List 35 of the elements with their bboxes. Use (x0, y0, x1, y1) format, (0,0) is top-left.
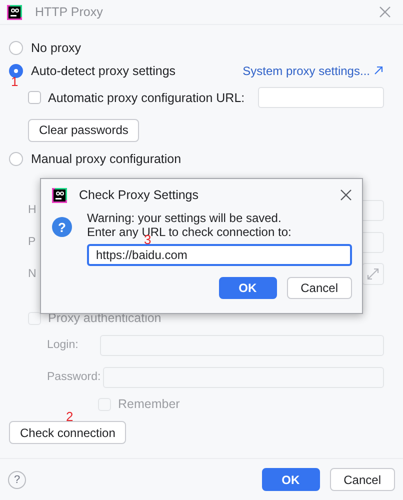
checkbox-label: Automatic proxy configuration URL: (48, 90, 245, 104)
annotation-number: 2 (66, 410, 74, 423)
action-button[interactable]: Clear passwords (28, 118, 140, 142)
field-label: P (28, 236, 37, 248)
cancel-button[interactable]: Cancel (286, 277, 352, 299)
radio-button[interactable] (9, 40, 23, 54)
checkbox[interactable] (28, 91, 41, 104)
external-link-icon (374, 66, 383, 75)
close-icon[interactable] (340, 189, 352, 201)
cancel-button[interactable]: Cancel (330, 468, 395, 491)
system-proxy-link[interactable]: System proxy settings... (242, 64, 370, 78)
help-button[interactable]: ? (8, 470, 26, 488)
radio-button[interactable] (9, 64, 23, 78)
url-input-field[interactable]: https://baidu.com (87, 244, 352, 266)
radio-label: Manual proxy configuration (31, 152, 182, 166)
field-label: N (28, 268, 38, 280)
field-label: Login: (47, 339, 80, 351)
ok-button[interactable]: OK (262, 468, 320, 491)
radio-label: Auto-detect proxy settings (31, 64, 176, 78)
app-logo-icon (52, 188, 67, 202)
dialog-title: Check Proxy Settings (79, 188, 198, 202)
url-input-field[interactable] (258, 87, 384, 108)
action-button[interactable]: Check connection (9, 421, 126, 444)
annotation-number: 1 (11, 75, 18, 88)
ok-button[interactable]: OK (218, 277, 277, 299)
checkbox-label: Proxy authentication (48, 311, 162, 325)
window-title: HTTP Proxy (35, 5, 103, 19)
radio-label: No proxy (31, 40, 82, 54)
dialog-message: Warning: your settings will be saved. (87, 211, 282, 225)
app-logo-icon (7, 4, 22, 20)
field-label: Password: (47, 371, 102, 383)
question-icon: ? (52, 217, 72, 237)
field-label: H (28, 204, 38, 216)
radio-button[interactable] (9, 152, 23, 166)
checkbox-label: Remember (118, 397, 180, 411)
